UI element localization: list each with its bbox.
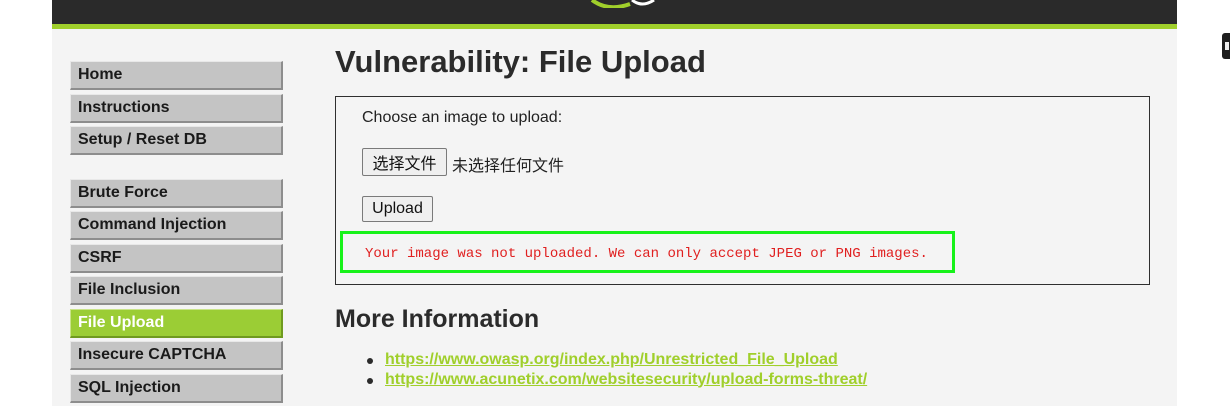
upload-form-box: Choose an image to upload: 选择文件 未选择任何文件 … (335, 96, 1150, 285)
list-item: https://www.acunetix.com/websitesecurity… (367, 371, 867, 391)
upload-button[interactable]: Upload (362, 196, 433, 222)
page-container: Home Instructions Setup / Reset DB Brute… (52, 0, 1177, 406)
more-information-links: https://www.owasp.org/index.php/Unrestri… (367, 351, 867, 390)
menu-item-file-upload[interactable]: File Upload (70, 308, 283, 338)
menu-item-brute-force[interactable]: Brute Force (70, 178, 283, 208)
more-information-heading: More Information (335, 305, 540, 333)
menu-item-home[interactable]: Home (70, 61, 283, 90)
side-scroll-widget[interactable] (1222, 33, 1230, 59)
no-file-chosen-text: 未选择任何文件 (452, 156, 565, 175)
acunetix-link[interactable]: https://www.acunetix.com/websitesecurity… (385, 371, 867, 388)
list-item: https://www.owasp.org/index.php/Unrestri… (367, 351, 867, 371)
menu-item-insecure-captcha[interactable]: Insecure CAPTCHA (70, 341, 283, 370)
menu-item-csrf[interactable]: CSRF (70, 243, 283, 273)
widget-handle-icon (1225, 42, 1229, 50)
menu-item-file-inclusion[interactable]: File Inclusion (70, 276, 283, 305)
dvwa-logo-icon (590, 0, 655, 8)
choose-file-button[interactable]: 选择文件 (362, 148, 447, 176)
choose-image-label: Choose an image to upload: (362, 109, 563, 126)
menu-item-sql-injection[interactable]: SQL Injection (70, 373, 283, 403)
sidebar-menu: Home Instructions Setup / Reset DB Brute… (70, 61, 283, 406)
page-title: Vulnerability: File Upload (335, 44, 706, 79)
menu-item-command-injection[interactable]: Command Injection (70, 211, 283, 240)
upload-error-message: Your image was not uploaded. We can only… (365, 246, 928, 262)
menu-item-instructions[interactable]: Instructions (70, 93, 283, 123)
header-bar (52, 0, 1177, 24)
owasp-link[interactable]: https://www.owasp.org/index.php/Unrestri… (385, 351, 838, 368)
menu-item-setup-reset-db[interactable]: Setup / Reset DB (70, 126, 283, 155)
error-highlight-frame: Your image was not uploaded. We can only… (340, 231, 955, 273)
menu-divider (70, 159, 283, 179)
header-accent-line (52, 24, 1177, 29)
